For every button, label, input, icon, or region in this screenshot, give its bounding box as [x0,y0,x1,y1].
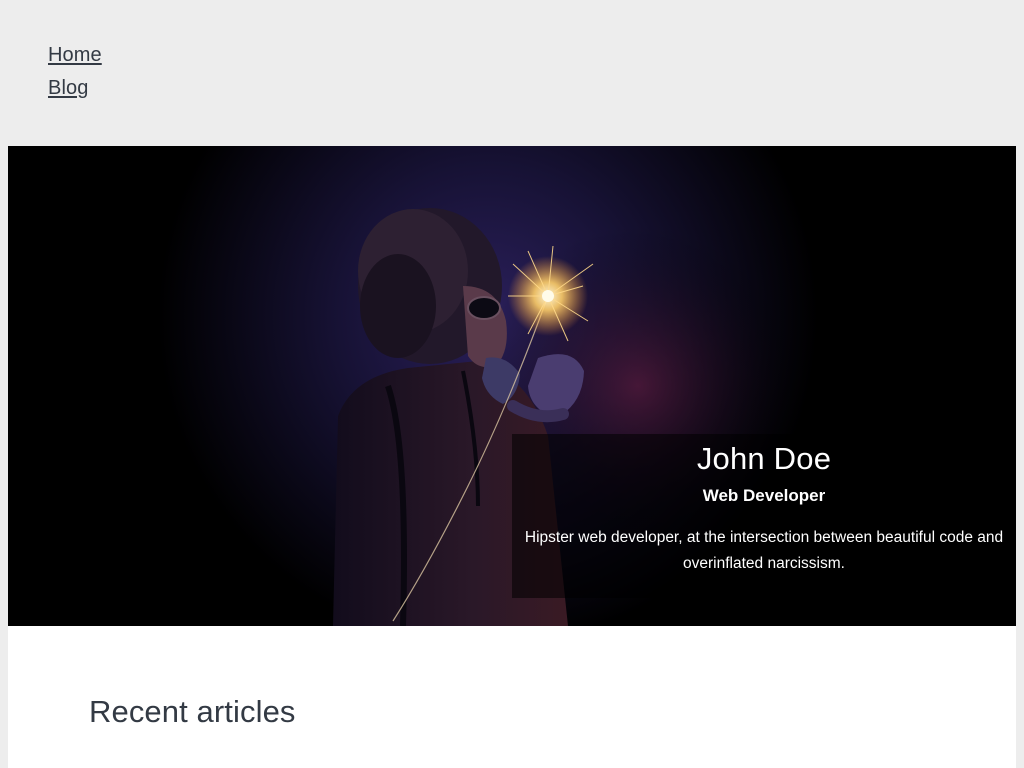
hero-role: Web Developer [702,486,826,505]
hero-bio: Hipster web developer, at the intersecti… [524,529,1004,572]
nav-item-home: Home [48,44,976,77]
nav-item-blog: Blog [48,77,976,110]
top-nav: Home Blog [0,0,1024,146]
nav-list: Home Blog [48,44,976,110]
hero-caption: John Doe Web Developer Hipster web devel… [512,434,1016,598]
nav-link-home[interactable]: Home [48,44,102,66]
hero-name: John Doe [696,441,832,476]
main-panel: Recent articles [8,626,1016,768]
hero-banner: John Doe Web Developer Hipster web devel… [8,146,1016,626]
nav-link-blog[interactable]: Blog [48,77,88,99]
section-title-recent-articles: Recent articles [89,694,296,729]
